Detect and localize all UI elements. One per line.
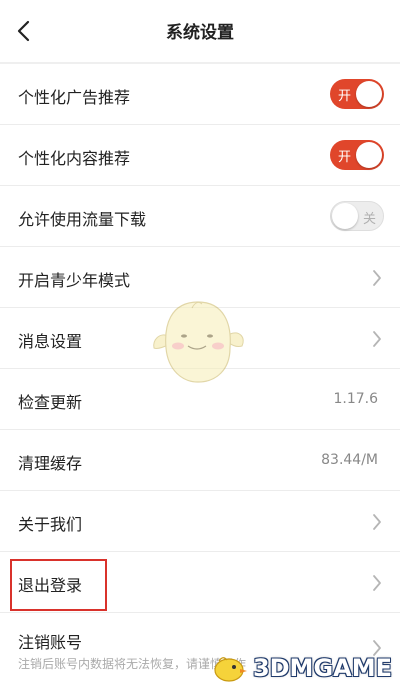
toggle-knob — [332, 203, 358, 229]
chevron-right-icon — [373, 331, 381, 347]
setting-label: 关于我们 — [18, 515, 83, 534]
setting-label: 开启青少年模式 — [18, 271, 131, 290]
setting-label: 清理缓存 — [18, 454, 83, 473]
toggle-knob — [356, 81, 382, 107]
personalized-content-toggle[interactable]: 开 — [330, 140, 384, 170]
cache-size-value: 83.44/M — [321, 452, 378, 468]
toggle-state-label: 开 — [338, 89, 352, 104]
setting-label: 消息设置 — [18, 332, 83, 351]
setting-label: 注销账号 — [18, 633, 83, 652]
toggle-state-label: 开 — [338, 150, 352, 165]
chevron-right-icon — [373, 575, 381, 591]
chevron-right-icon — [373, 514, 381, 530]
setting-label: 检查更新 — [18, 393, 83, 412]
header-bar: 系统设置 — [0, 0, 400, 62]
version-value: 1.17.6 — [333, 391, 378, 407]
mobile-data-download-toggle[interactable]: 关 — [330, 201, 384, 231]
setting-label: 个性化内容推荐 — [18, 149, 131, 168]
toggle-state-label: 关 — [362, 212, 376, 227]
setting-personalized-ads: 个性化广告推荐 开 — [0, 64, 400, 125]
toggle-knob — [356, 142, 382, 168]
highlight-box — [10, 559, 107, 611]
mascot-watermark-icon — [153, 301, 244, 383]
setting-label: 允许使用流量下载 — [18, 210, 147, 229]
setting-clear-cache[interactable]: 清理缓存 83.44/M — [0, 430, 400, 491]
chick-logo-icon — [214, 657, 247, 682]
site-watermark: 3DMGAME — [209, 653, 392, 683]
setting-personalized-content: 个性化内容推荐 开 — [0, 125, 400, 186]
watermark-text: 3DMGAME — [252, 654, 392, 682]
chevron-right-icon — [373, 270, 381, 286]
setting-about-us[interactable]: 关于我们 — [0, 491, 400, 552]
setting-mobile-data-download: 允许使用流量下载 关 — [0, 186, 400, 247]
setting-label: 个性化广告推荐 — [18, 88, 131, 107]
personalized-ads-toggle[interactable]: 开 — [330, 79, 384, 109]
page-title: 系统设置 — [166, 23, 234, 43]
